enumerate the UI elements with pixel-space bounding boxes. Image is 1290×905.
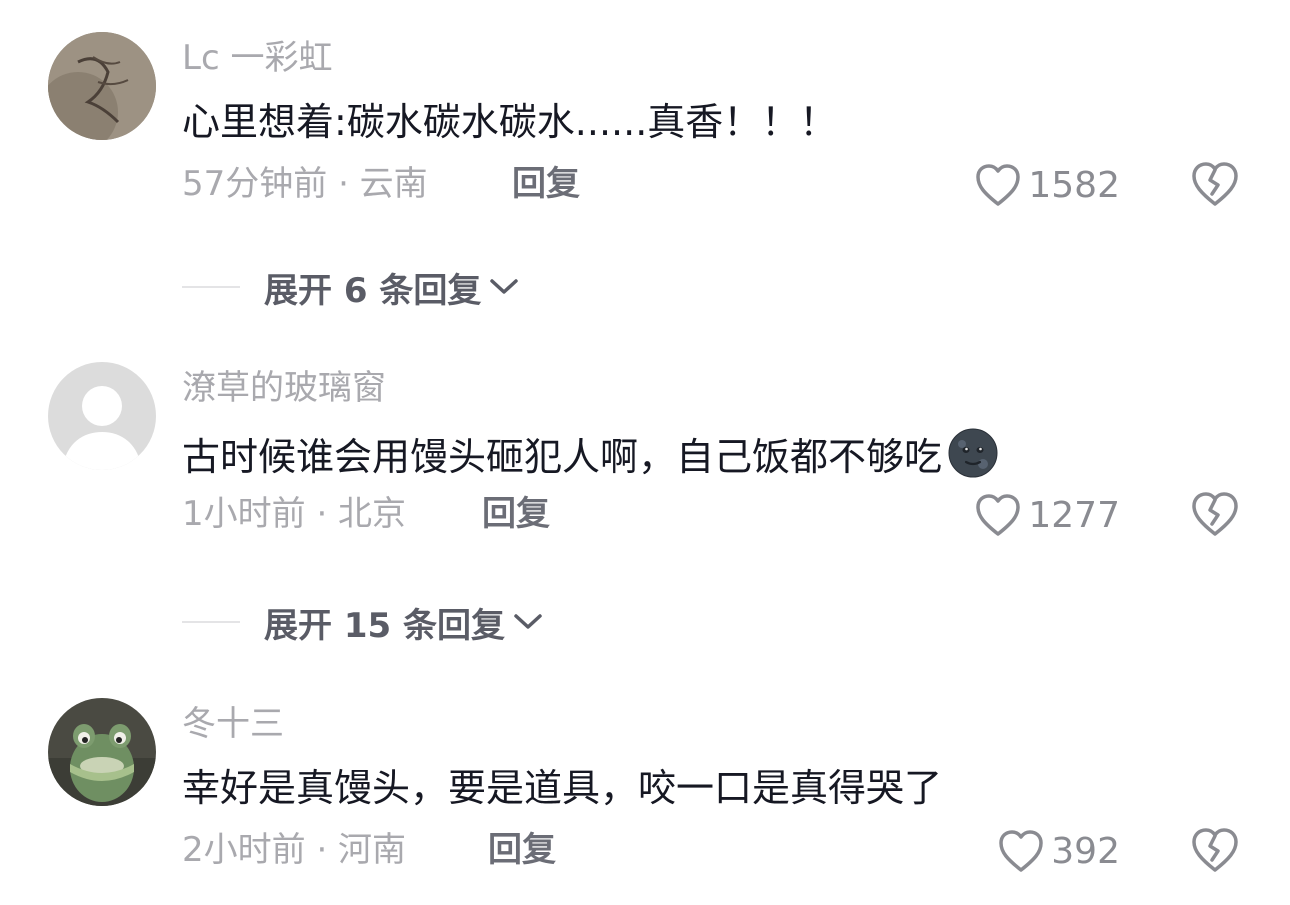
- avatar[interactable]: [48, 362, 156, 470]
- comment-username[interactable]: Lc 一彩虹: [182, 38, 332, 78]
- like-count: 392: [1051, 830, 1120, 872]
- heart-outline-icon: [976, 494, 1021, 536]
- broken-heart-icon: [1192, 828, 1238, 872]
- dislike-button[interactable]: [1190, 826, 1240, 876]
- avatar-sketch-image: [48, 32, 156, 140]
- like-count: 1277: [1028, 494, 1120, 536]
- comment-username[interactable]: 冬十三: [182, 704, 284, 744]
- dislike-button[interactable]: [1190, 160, 1240, 210]
- like-button[interactable]: 1582: [974, 160, 1120, 210]
- divider-line: [182, 621, 240, 623]
- broken-heart-icon: [1192, 162, 1238, 206]
- expand-replies-button[interactable]: 展开 6 条回复: [182, 263, 519, 311]
- expand-replies-label: 展开 6 条回复: [264, 270, 482, 311]
- like-button[interactable]: 392: [997, 826, 1120, 876]
- dislike-button[interactable]: [1190, 490, 1240, 540]
- heart-outline-icon: [976, 164, 1021, 206]
- chevron-down-icon: [490, 279, 519, 294]
- avatar[interactable]: [48, 698, 156, 806]
- comment-meta: 2小时前 · 河南: [182, 830, 407, 870]
- reply-button[interactable]: 回复: [512, 162, 580, 206]
- comment-item: Lc 一彩虹 心里想着:碳水碳水碳水......真香！！！ 57分钟前 · 云南…: [0, 32, 1290, 232]
- comment-item: 潦草的玻璃窗 古时候谁会用馒头砸犯人啊，自己饭都不够吃 1小时前 · 北京 回复…: [0, 362, 1290, 562]
- comment-username[interactable]: 潦草的玻璃窗: [182, 368, 386, 408]
- avatar[interactable]: [48, 32, 156, 140]
- comment-text: 心里想着:碳水碳水碳水......真香！！！: [182, 100, 838, 144]
- heart-outline-icon: [999, 830, 1044, 872]
- default-avatar-icon: [48, 362, 156, 470]
- reply-button[interactable]: 回复: [482, 492, 550, 536]
- expand-replies-label: 展开 15 条回复: [264, 605, 505, 646]
- comment-item: 冬十三 幸好是真馒头，要是道具，咬一口是真得哭了 2小时前 · 河南 回复 39…: [0, 698, 1290, 898]
- like-count: 1582: [1028, 164, 1120, 206]
- new-moon-face-emoji: [948, 428, 998, 478]
- comment-text-container: 古时候谁会用馒头砸犯人啊，自己饭都不够吃: [182, 428, 998, 481]
- like-button[interactable]: 1277: [974, 490, 1120, 540]
- avatar-frog-image: [48, 698, 156, 806]
- divider-line: [182, 286, 240, 288]
- reply-button[interactable]: 回复: [488, 828, 556, 872]
- expand-replies-button[interactable]: 展开 15 条回复: [182, 598, 543, 646]
- comment-text: 幸好是真馒头，要是道具，咬一口是真得哭了: [182, 766, 943, 810]
- broken-heart-icon: [1192, 492, 1238, 536]
- comment-meta: 57分钟前 · 云南: [182, 164, 428, 204]
- comment-meta: 1小时前 · 北京: [182, 494, 407, 534]
- comment-text: 古时候谁会用馒头砸犯人啊，自己饭都不够吃: [182, 435, 943, 479]
- chevron-down-icon: [514, 614, 542, 629]
